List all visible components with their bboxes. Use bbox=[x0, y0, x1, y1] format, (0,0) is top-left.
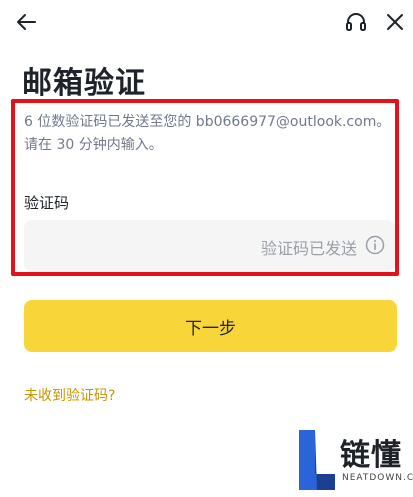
arrow-left-icon bbox=[17, 14, 36, 30]
support-button[interactable] bbox=[342, 8, 370, 36]
headset-icon bbox=[346, 13, 366, 31]
code-input[interactable]: 验证码已发送 bbox=[24, 220, 395, 272]
input-status-text: 验证码已发送 bbox=[260, 239, 357, 258]
close-button[interactable] bbox=[381, 8, 409, 36]
code-label: 验证码 bbox=[24, 194, 70, 212]
close-icon bbox=[387, 14, 403, 30]
watermark-subtext: NEATDOWN.COM bbox=[342, 473, 413, 483]
verification-description: 6 位数验证码已发送至您的 bb0666977@outlook.com。请在 3… bbox=[24, 114, 391, 153]
top-bar bbox=[0, 0, 413, 44]
watermark-text: 链懂 bbox=[340, 438, 402, 473]
info-icon[interactable] bbox=[365, 235, 385, 255]
resend-link[interactable]: 未收到验证码? bbox=[24, 385, 115, 405]
page-title: 邮箱验证 bbox=[22, 66, 146, 101]
back-button[interactable] bbox=[12, 8, 40, 36]
next-button[interactable]: 下一步 bbox=[24, 300, 397, 352]
